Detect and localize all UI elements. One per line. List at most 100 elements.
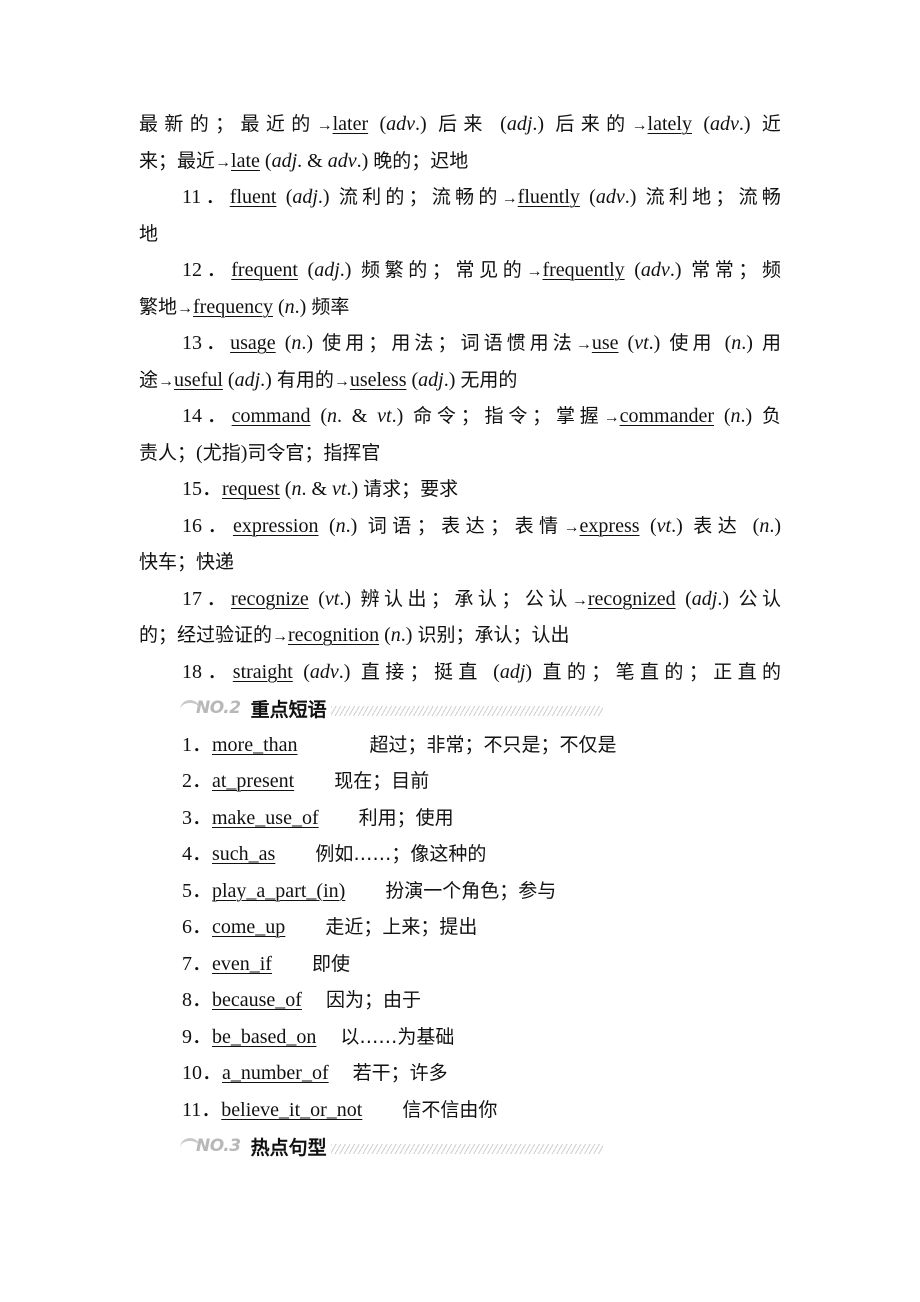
part-of-speech: adj [234, 368, 261, 391]
text-fragment: ( [297, 259, 315, 281]
text-fragment: ( [279, 478, 292, 500]
text-fragment: ( [488, 113, 507, 135]
text-fragment: .) [769, 514, 781, 537]
phrase-item: 7．even_if 即使 [139, 946, 781, 983]
section-title: 重点短语 [250, 698, 327, 721]
text-fragment: ( [715, 332, 732, 354]
phrase-english: come_up [212, 916, 286, 938]
part-of-speech: adv [309, 660, 339, 683]
vocab-word: straight [232, 660, 293, 683]
phrase-number: 3． [182, 806, 212, 829]
arrow-icon: → [333, 372, 350, 390]
chinese-meaning: 后来的 [555, 113, 632, 135]
text-fragment: ( [259, 149, 272, 172]
vocab-line: 12．frequent (adj.) 频繁的；常见的→frequently (a… [139, 252, 781, 289]
text-fragment: ) [525, 660, 543, 683]
phrase-item: 5．play_a_part_(in) 扮演一个角色；参与 [139, 873, 781, 910]
vocab-line: 的；经过验证的→recognition (n.) 识别；承认；认出 [139, 617, 781, 654]
vocab-line: 14．command (n. & vt.) 命令；指令；掌握→commander… [139, 398, 781, 435]
phrase-chinese: 以……为基础 [340, 1025, 455, 1048]
phrase-english: because_of [212, 989, 302, 1011]
phrase-english: a_number_of [222, 1062, 329, 1084]
part-of-speech: adj [418, 368, 444, 391]
text-fragment: 15． [182, 478, 222, 500]
part-of-speech: n [291, 332, 302, 354]
phrase-chinese: 超过；非常；不只是；不仅是 [369, 733, 617, 756]
part-of-speech: n [731, 332, 742, 354]
part-of-speech: vt [634, 332, 649, 354]
chinese-meaning: 命令；指令；掌握 [413, 405, 604, 427]
part-of-speech: vt [377, 405, 392, 427]
arrow-icon: → [563, 518, 580, 536]
text-fragment: ( [292, 660, 310, 683]
section-heading-hot-sentences: NO.3 热点句型 [139, 1128, 781, 1165]
text-fragment: ( [742, 514, 760, 537]
vocab-word: commander [619, 405, 715, 427]
vocab-word: usage [230, 332, 276, 354]
chinese-meaning: 无用的 [460, 368, 518, 391]
vocab-word: later [332, 113, 369, 135]
chinese-meaning: 负 [761, 405, 781, 427]
vocab-word: request [222, 478, 280, 500]
phrase-item: 8．because_of 因为；由于 [139, 982, 781, 1019]
chinese-meaning: 地 [139, 222, 159, 245]
text-fragment: .) [648, 332, 670, 354]
text-fragment: .) [294, 295, 312, 318]
part-of-speech: n [284, 295, 295, 318]
text-fragment: ( [406, 368, 419, 391]
text-fragment: .) [624, 186, 646, 208]
phrase-english: at_present [212, 770, 295, 792]
text-fragment: .) [356, 149, 374, 172]
vocab-line: 15．request (n. & vt.) 请求；要求 [139, 471, 781, 508]
chinese-meaning: 途 [139, 368, 159, 391]
phrase-chinese: 现在；目前 [334, 770, 430, 792]
text-fragment: 18． [182, 660, 233, 683]
chinese-meaning: 使用 [669, 332, 716, 354]
text-fragment: .) [415, 113, 439, 135]
phrase-item: 2．at_present 现在；目前 [139, 763, 781, 800]
part-of-speech: adv [386, 113, 416, 135]
chinese-meaning: 司令官；指挥官 [247, 441, 381, 464]
vocab-word: express [579, 514, 640, 537]
part-of-speech: n [335, 514, 346, 537]
chinese-meaning: 辨认出；承认；公认 [360, 587, 572, 610]
text-fragment: ( [272, 295, 285, 318]
chinese-meaning: 直的；笔直的；正直的 [542, 660, 781, 683]
chinese-meaning: 的；经过验证的 [139, 624, 273, 646]
phrase-chinese: 利用；使用 [358, 806, 454, 829]
part-of-speech: n [291, 478, 302, 500]
chinese-meaning: 繁地 [139, 295, 178, 318]
part-of-speech: n [730, 405, 741, 427]
text-fragment: ( [482, 660, 500, 683]
text-fragment: .) [339, 587, 361, 610]
vocab-word: recognize [230, 587, 309, 610]
text-fragment: .) [717, 587, 739, 610]
phrase-english: believe_it_or_not [221, 1098, 363, 1121]
text-fragment: .) [738, 113, 762, 135]
phrase-chinese: 走近；上来；提出 [325, 916, 478, 938]
document-page: 最新的；最近的→later (adv.) 后来 (adj.) 后来的→latel… [139, 106, 781, 1165]
text-fragment: ( [714, 405, 731, 427]
phrase-chinese: 若干；许多 [352, 1062, 448, 1084]
part-of-speech: adj [691, 587, 718, 610]
vocab-word: useless [349, 368, 407, 391]
phrase-item: 9．be_based_on 以……为基础 [139, 1019, 781, 1056]
arrow-icon: → [571, 591, 588, 609]
vocab-line: 17．recognize (vt.) 辨认出；承认；公认→recognized … [139, 581, 781, 618]
phrase-item: 4．such_as 例如……；像这种的 [139, 836, 781, 873]
text-fragment: ( [196, 441, 203, 464]
phrase-number: 10． [182, 1062, 222, 1084]
text-fragment: 17． [182, 587, 231, 610]
chinese-meaning: 请求；要求 [363, 478, 459, 500]
phrase-number: 5． [182, 879, 212, 902]
vocab-word: command [231, 405, 311, 427]
phrase-number: 9． [182, 1025, 212, 1048]
arrow-icon: → [316, 117, 333, 134]
part-of-speech: adj [271, 149, 298, 172]
phrase-item: 11．believe_it_or_not 信不信由你 [139, 1092, 781, 1129]
vocab-line: 16．expression (n.) 词语；表达；表情→express (vt.… [139, 508, 781, 545]
section-title: 热点句型 [250, 1136, 327, 1159]
phrase-english: make_use_of [212, 806, 319, 829]
vocab-line: 13．usage (n.) 使用；用法；词语惯用法→use (vt.) 使用 (… [139, 325, 781, 362]
vocab-word: fluent [229, 186, 277, 208]
